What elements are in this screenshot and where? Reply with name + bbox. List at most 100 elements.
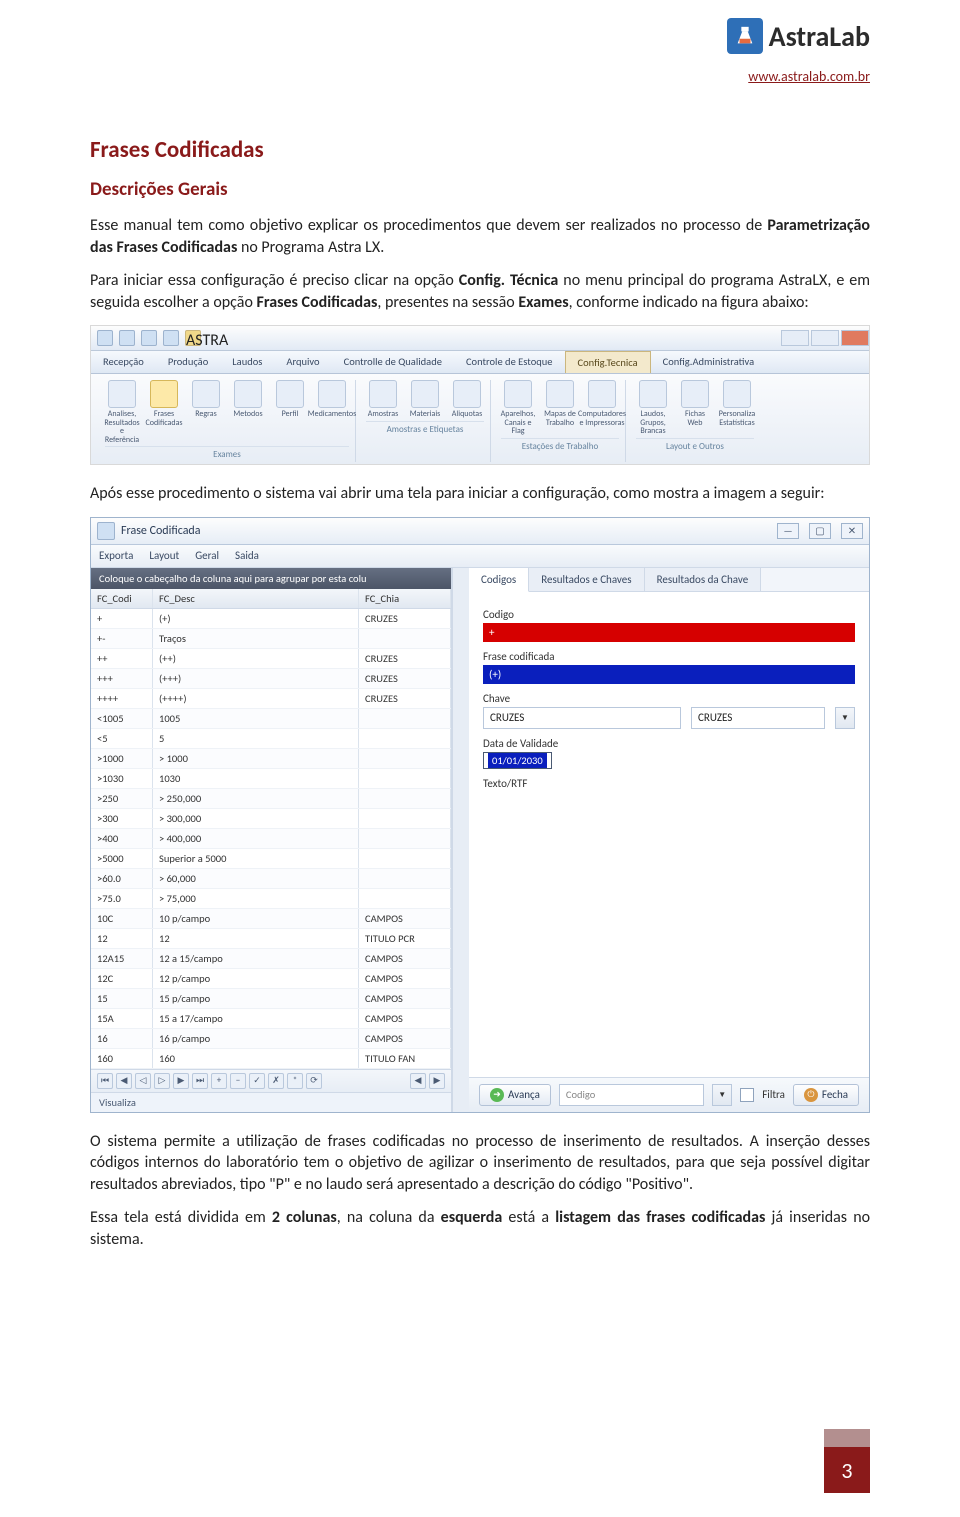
search-dropdown-icon[interactable]: ▼: [712, 1084, 732, 1106]
table-row[interactable]: >400> 400,000: [91, 829, 451, 849]
window-control-buttons: — ▢ ✕: [777, 523, 863, 539]
table-row[interactable]: >75.0> 75,000: [91, 889, 451, 909]
chave-value[interactable]: CRUZES: [483, 707, 681, 729]
ribbon-group-name: Amostras e Etiquetas: [366, 421, 484, 437]
table-row[interactable]: 160160TITULO FAN: [91, 1049, 451, 1069]
grid-nav-strip[interactable]: ⏮◀◁▷▶⏭+−✓✗*⟳ ◀▶: [91, 1069, 451, 1092]
window-menu-item[interactable]: Saida: [235, 549, 259, 562]
table-row[interactable]: 12C12 p/campoCAMPOS: [91, 969, 451, 989]
quick-access-toolbar: ASTRA: [91, 330, 207, 346]
ribbon-tab[interactable]: Laudos: [220, 351, 274, 373]
table-row[interactable]: >250> 250,000: [91, 789, 451, 809]
window-title: Frase Codificada: [121, 524, 201, 538]
intro-para-1: Esse manual tem como objetivo explicar o…: [90, 215, 870, 258]
codigo-label: Codigo: [483, 608, 855, 621]
table-row[interactable]: +(+)CRUZES: [91, 609, 451, 629]
close-button[interactable]: ✕: [841, 523, 863, 539]
page-number: 3: [824, 1447, 870, 1493]
detail-tab[interactable]: Resultados da Chave: [645, 568, 762, 591]
intro-para-3: Após esse procedimento o sistema vai abr…: [90, 483, 870, 505]
grid-scrollbar[interactable]: [452, 568, 469, 1112]
texto-rtf-label: Texto/RTF: [483, 777, 855, 790]
table-row[interactable]: >1000> 1000: [91, 749, 451, 769]
grid-status: Visualiza: [91, 1092, 451, 1112]
frase-value[interactable]: (+): [483, 665, 855, 684]
ribbon-icon[interactable]: Aparelhos, Canais e Flag: [501, 380, 535, 435]
ribbon-icon[interactable]: Amostras: [366, 380, 400, 418]
ribbon-tab[interactable]: Config.Tecnica: [565, 351, 651, 373]
table-row[interactable]: +++(+++)CRUZES: [91, 669, 451, 689]
ribbon-tab[interactable]: Recepção: [91, 351, 156, 373]
table-row[interactable]: +-Traços: [91, 629, 451, 649]
body-para-5: Essa tela está dividida em 2 colunas, na…: [90, 1207, 870, 1250]
ribbon-icon[interactable]: Computadores e Impressoras: [585, 380, 619, 435]
frase-label: Frase codificada: [483, 650, 855, 663]
filtra-label: Filtra: [762, 1088, 785, 1101]
ribbon-icon[interactable]: Personaliza Estatísticas: [720, 380, 754, 435]
ribbon-icon[interactable]: Analises, Resultados e Referência: [105, 380, 139, 444]
brand-name: AstraLab: [769, 19, 870, 54]
logo-icon: [727, 18, 763, 54]
avanca-button[interactable]: ➜Avança: [479, 1084, 551, 1106]
window-menu-item[interactable]: Exporta: [99, 549, 133, 562]
ribbon-tab[interactable]: Controle de Estoque: [454, 351, 565, 373]
minimize-button[interactable]: —: [777, 523, 799, 539]
table-row[interactable]: <55: [91, 729, 451, 749]
ribbon-group-name: Layout e Outros: [636, 438, 754, 454]
ribbon-icon[interactable]: Frases Codificadas: [147, 380, 181, 444]
ribbon-icon[interactable]: Aliquotas: [450, 380, 484, 418]
filtra-checkbox[interactable]: [740, 1088, 754, 1102]
chave-select[interactable]: CRUZES: [691, 707, 825, 729]
table-row[interactable]: 1515 p/campoCAMPOS: [91, 989, 451, 1009]
window-menu-item[interactable]: Geral: [195, 549, 219, 562]
search-field[interactable]: Codigo: [559, 1084, 704, 1106]
column-header[interactable]: FC_Chia: [359, 589, 451, 608]
ribbon-icon[interactable]: Medicamentos: [315, 380, 349, 444]
table-row[interactable]: >300> 300,000: [91, 809, 451, 829]
chave-dropdown-icon[interactable]: ▼: [835, 707, 855, 729]
fecha-button[interactable]: ⏻Fecha: [793, 1084, 859, 1106]
ribbon-tab[interactable]: Controlle de Qualidade: [332, 351, 454, 373]
ribbon-icon[interactable]: Perfil: [273, 380, 307, 444]
column-header[interactable]: FC_Codi: [91, 589, 153, 608]
table-row[interactable]: >10301030: [91, 769, 451, 789]
ribbon-group-name: Estações de Trabalho: [501, 438, 619, 454]
table-row[interactable]: 15A15 a 17/campoCAMPOS: [91, 1009, 451, 1029]
codigo-value[interactable]: +: [483, 623, 855, 642]
site-link[interactable]: www.astralab.com.br: [748, 68, 870, 85]
chave-label: Chave: [483, 692, 855, 705]
body-para-4: O sistema permite a utilização de frases…: [90, 1131, 870, 1196]
table-row[interactable]: 1616 p/campoCAMPOS: [91, 1029, 451, 1049]
ribbon-icon[interactable]: Laudos, Grupos, Brancas: [636, 380, 670, 435]
table-row[interactable]: <10051005: [91, 709, 451, 729]
ribbon-icon[interactable]: Regras: [189, 380, 223, 444]
ribbon-group-name: Exames: [105, 446, 349, 462]
ribbon-tab[interactable]: Arquivo: [274, 351, 331, 373]
intro-para-2: Para iniciar essa configuração é preciso…: [90, 270, 870, 313]
table-row[interactable]: ++(++)CRUZES: [91, 649, 451, 669]
ribbon-icon[interactable]: Fichas Web: [678, 380, 712, 435]
table-row[interactable]: >60.0> 60,000: [91, 869, 451, 889]
ribbon-tab[interactable]: Config.Administrativa: [651, 351, 766, 373]
detail-tab[interactable]: Resultados e Chaves: [529, 568, 644, 591]
group-by-hint: Coloque o cabeçalho da coluna aqui para …: [91, 568, 451, 589]
ribbon-tab[interactable]: Produção: [156, 351, 220, 373]
maximize-button[interactable]: ▢: [809, 523, 831, 539]
table-row[interactable]: 10C10 p/campoCAMPOS: [91, 909, 451, 929]
ribbon-icon[interactable]: Mapas de Trabalho: [543, 380, 577, 435]
ribbon-icon[interactable]: Materiais: [408, 380, 442, 418]
data-validade-label: Data de Validade: [483, 737, 855, 750]
page-title: Frases Codificadas: [90, 136, 870, 164]
detail-tab[interactable]: Codigos: [469, 568, 529, 592]
data-validade-value[interactable]: 01/01/2030: [483, 752, 552, 769]
frase-codificada-window: Frase Codificada — ▢ ✕ Exporta Layout Gera…: [90, 517, 870, 1113]
column-header[interactable]: FC_Desc: [153, 589, 359, 608]
window-icon: [97, 522, 115, 540]
ribbon-icon[interactable]: Metodos: [231, 380, 265, 444]
table-row[interactable]: ++++(++++)CRUZES: [91, 689, 451, 709]
table-row[interactable]: 1212TITULO PCR: [91, 929, 451, 949]
table-row[interactable]: >5000Superior a 5000: [91, 849, 451, 869]
table-row[interactable]: 12A1512 a 15/campoCAMPOS: [91, 949, 451, 969]
window-buttons: [779, 330, 869, 346]
window-menu-item[interactable]: Layout: [149, 549, 179, 562]
